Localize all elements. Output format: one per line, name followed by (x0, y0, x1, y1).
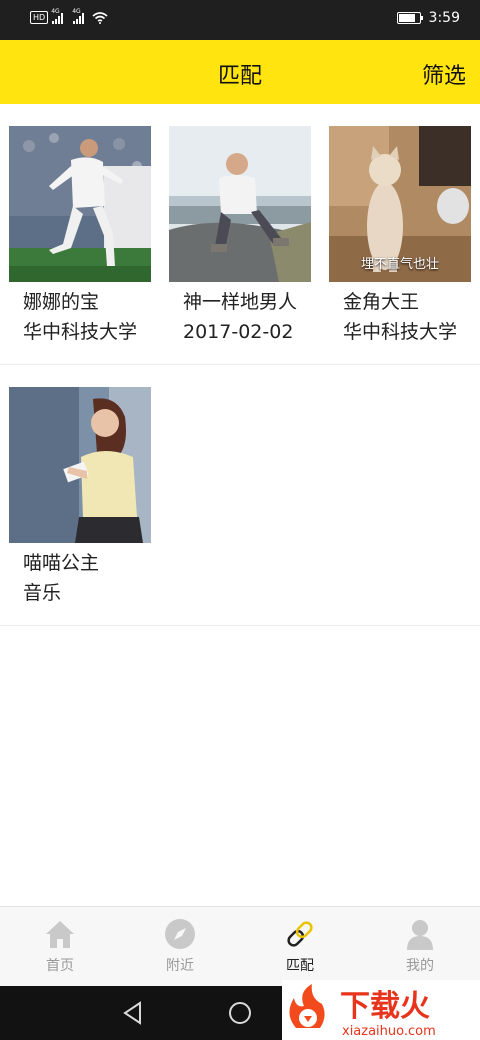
watermark-url: xiazaihuo.com (342, 1024, 436, 1039)
card-name: 娜娜的宝 (23, 291, 100, 313)
tab-nearby[interactable]: 附近 (120, 907, 240, 987)
person-icon (407, 920, 433, 950)
status-right: 3:59 (396, 10, 460, 26)
filter-button[interactable]: 筛选 (422, 58, 466, 90)
battery-icon (396, 12, 423, 24)
card-name: 喵喵公主 (23, 552, 100, 574)
watermark-brand: 下载火 (340, 989, 430, 1024)
header-bar: 匹配 筛选 (0, 40, 480, 104)
match-card[interactable]: 喵喵公主 音乐 (9, 387, 159, 608)
clock: 3:59 (428, 10, 460, 26)
profile-photo[interactable] (169, 126, 311, 282)
tab-label: 我的 (406, 958, 434, 974)
grid-row-2: 喵喵公主 音乐 (0, 365, 480, 626)
home-circle-icon[interactable] (227, 1000, 253, 1026)
woman-with-phone-photo (9, 387, 151, 543)
watermark-logo: 下载火 xiazaihuo.com (282, 980, 480, 1040)
card-subtitle: 华中科技大学 (343, 321, 458, 343)
man-on-rock-photo (169, 126, 311, 282)
photo-caption: 埋不直气也壮 (360, 257, 439, 272)
signal-icon-2: 4G (72, 8, 85, 24)
home-icon (46, 921, 74, 948)
bottom-tab-bar: 首页 附近 匹配 我的 (0, 906, 480, 986)
network-label: 4G (51, 7, 60, 15)
page-title: 匹配 (217, 64, 262, 89)
compass-icon (165, 919, 195, 949)
soccer-player-photo (9, 126, 151, 282)
profile-photo[interactable] (9, 387, 151, 543)
card-name: 金角大王 (343, 291, 420, 313)
hd-badge: HD (30, 11, 49, 24)
card-subtitle: 2017-02-02 (183, 321, 294, 343)
tab-label: 匹配 (286, 958, 314, 974)
tab-label: 附近 (166, 958, 194, 974)
network-label-2: 4G (72, 7, 81, 15)
status-bar: HD 4G 4G 3:59 (0, 0, 480, 40)
back-icon[interactable] (120, 1000, 146, 1026)
link-icon (287, 921, 313, 947)
match-card[interactable]: 神一样地男人 2017-02-02 (169, 126, 319, 347)
grid-row-1: 娜娜的宝 华中科技大学 神一样地男人 2017-02-02 埋不直气也壮 金角大… (0, 104, 480, 365)
app-screen: HD 4G 4G 3:59 匹配 筛选 娜娜的宝 华中科技大学 神一样地男人 2… (0, 0, 480, 1040)
card-subtitle: 华中科技大学 (23, 321, 138, 343)
match-card[interactable]: 埋不直气也壮 金角大王 华中科技大学 (329, 126, 479, 347)
match-grid: 娜娜的宝 华中科技大学 神一样地男人 2017-02-02 埋不直气也壮 金角大… (0, 104, 480, 626)
card-name: 神一样地男人 (183, 291, 298, 313)
card-subtitle: 音乐 (23, 582, 62, 604)
tab-match[interactable]: 匹配 (240, 907, 360, 987)
signal-icon: 4G (51, 8, 64, 24)
match-card[interactable]: 娜娜的宝 华中科技大学 (9, 126, 159, 347)
tab-label: 首页 (46, 958, 74, 974)
tab-home[interactable]: 首页 (0, 907, 120, 987)
profile-photo[interactable]: 埋不直气也壮 (329, 126, 471, 282)
wifi-icon (92, 11, 108, 24)
profile-photo[interactable] (9, 126, 151, 282)
status-left: HD 4G 4G (30, 8, 108, 24)
tab-mine[interactable]: 我的 (360, 907, 480, 987)
